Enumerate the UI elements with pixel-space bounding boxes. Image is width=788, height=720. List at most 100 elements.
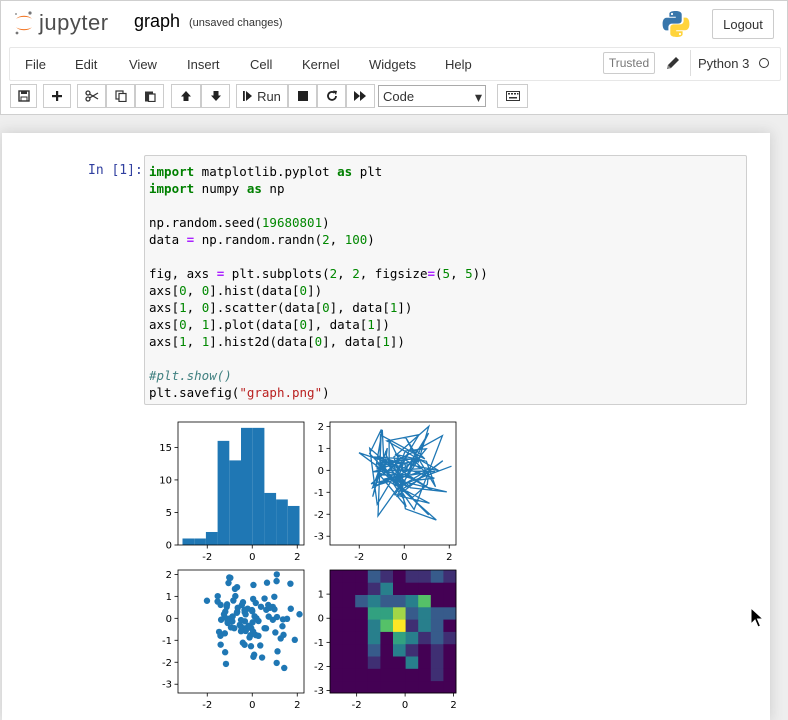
heatmap-cell [393, 619, 406, 632]
heatmap-cell [367, 570, 381, 583]
scatter-point [277, 635, 284, 642]
kernel-name[interactable]: Python 3 [698, 56, 749, 71]
code-text[interactable]: import matplotlib.pyplot as plt import nu… [149, 163, 488, 401]
y-tick-label: -1 [314, 488, 324, 499]
interrupt-button[interactable] [288, 84, 317, 108]
python-logo-icon [662, 11, 690, 37]
code-token: 1 [179, 300, 187, 315]
heatmap-cell [443, 668, 457, 682]
command-palette-button[interactable] [497, 84, 528, 108]
code-token: fig, axs [149, 266, 217, 281]
code-token: )) [472, 266, 488, 281]
heatmap-cell [443, 643, 457, 657]
scatter-point [221, 630, 229, 637]
heatmap-cell [405, 570, 419, 583]
notebook-name[interactable]: graph [134, 11, 180, 32]
save-icon [17, 90, 30, 102]
heatmap-cell [367, 582, 381, 595]
jupyter-logo-icon [15, 11, 32, 35]
menu-edit[interactable]: Edit [75, 57, 97, 72]
heatmap-cell [380, 606, 394, 620]
heatmap-cell [367, 631, 381, 645]
code-token: 1 [179, 334, 187, 349]
menu-help[interactable]: Help [445, 57, 472, 72]
scatter-point [227, 624, 235, 631]
heatmap-cell [443, 619, 457, 632]
x-tick-label: 2 [450, 700, 456, 711]
heatmap-cell [380, 643, 394, 657]
scatter-point [227, 574, 234, 582]
input-prompt: In [1]: [88, 163, 143, 178]
menu-cell[interactable]: Cell [250, 57, 272, 72]
heatmap-cell [405, 631, 419, 645]
code-token: 5 [442, 266, 451, 281]
code-token: ], data[ [322, 334, 383, 349]
heatmap-cell [393, 606, 406, 620]
code-line: plt.savefig("graph.png") [149, 384, 488, 401]
pencil-icon[interactable] [665, 55, 681, 71]
code-token: 0 [314, 334, 323, 349]
save-button[interactable] [10, 84, 37, 108]
y-tick-label: 5 [166, 508, 172, 519]
trusted-badge[interactable]: Trusted [603, 52, 655, 74]
heatmap-cell [393, 594, 406, 608]
heatmap-cell [418, 668, 432, 682]
code-token: ].scatter(data[ [209, 300, 323, 315]
jupyter-logo[interactable]: jupyter [13, 7, 109, 39]
menu-file[interactable]: File [25, 57, 46, 72]
heatmap-cell [380, 619, 394, 632]
move-down-button[interactable] [201, 84, 230, 108]
menu-widgets[interactable]: Widgets [369, 57, 416, 72]
heatmap-cell [367, 680, 381, 694]
heatmap-cell [418, 594, 432, 608]
scatter-point [272, 629, 279, 636]
run-button[interactable]: Run [236, 84, 288, 108]
menu-insert[interactable]: Insert [187, 57, 220, 72]
code-token: , [186, 300, 202, 315]
heatmap-cell [342, 643, 356, 657]
menu-kernel[interactable]: Kernel [302, 57, 340, 72]
heatmap-cell [430, 680, 444, 694]
code-token: import [149, 181, 195, 196]
x-tick-label: 0 [249, 552, 255, 563]
menu-view[interactable]: View [129, 57, 157, 72]
copy-button[interactable] [106, 84, 135, 108]
restart-run-all-button[interactable] [346, 84, 375, 108]
scatter-point [287, 580, 294, 587]
scatter-point [262, 625, 270, 632]
code-line: data = np.random.randn(2, 100) [149, 231, 488, 248]
code-token: 0 [322, 300, 330, 315]
cell-type-select[interactable]: Code [378, 85, 486, 107]
scatter-point [245, 622, 252, 630]
heatmap-cell [405, 582, 419, 595]
heatmap-cell [430, 619, 444, 632]
scatter-point [255, 617, 262, 625]
heatmap-cell [393, 680, 406, 694]
heatmap-cell [367, 656, 381, 669]
y-tick-label: 2 [318, 422, 324, 433]
scatter-point [296, 611, 303, 618]
x-tick-label: 0 [249, 700, 255, 711]
scatter-point [242, 611, 249, 618]
scatter-point [231, 585, 239, 593]
logout-button[interactable]: Logout [712, 9, 774, 39]
heatmap-cell [355, 680, 369, 694]
y-tick-label: 0 [318, 614, 324, 625]
move-up-button[interactable] [171, 84, 201, 108]
stop-icon [297, 91, 308, 101]
scatter-point [273, 577, 280, 585]
code-token: 2 [322, 232, 330, 247]
code-token: #plt.show() [149, 368, 232, 383]
heatmap-cell [393, 656, 406, 669]
heatmap-cell [430, 656, 444, 669]
code-token: plt [352, 164, 383, 179]
heatmap-cell [342, 594, 356, 608]
insert-cell-button[interactable] [43, 84, 71, 108]
cut-button[interactable] [77, 84, 106, 108]
x-tick-label: 2 [294, 552, 300, 563]
restart-button[interactable] [317, 84, 346, 108]
paste-button[interactable] [135, 84, 164, 108]
